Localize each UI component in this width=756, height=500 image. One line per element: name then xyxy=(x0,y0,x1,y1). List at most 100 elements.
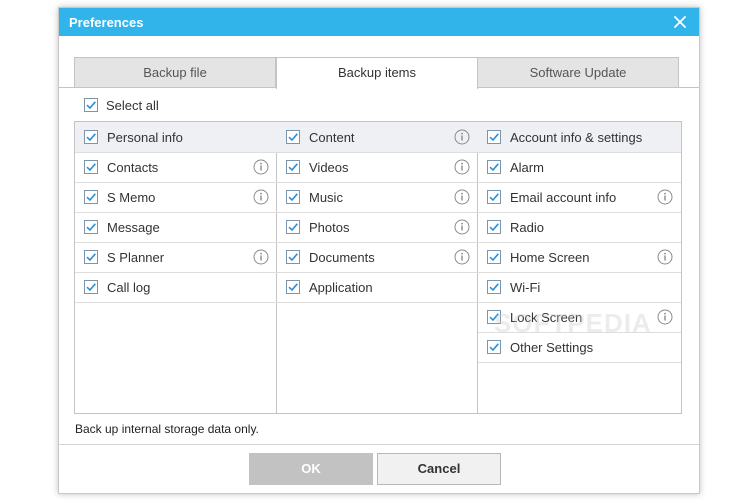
checkmark-icon xyxy=(288,283,298,292)
info-icon[interactable] xyxy=(454,219,470,235)
info-icon[interactable] xyxy=(657,189,673,205)
tab-backup-items[interactable]: Backup items xyxy=(276,57,478,89)
info-icon[interactable] xyxy=(657,309,673,325)
checkbox-contacts[interactable] xyxy=(84,160,98,174)
item-row-alarm[interactable]: Alarm xyxy=(478,152,681,183)
checkbox-application[interactable] xyxy=(286,280,300,294)
checkmark-icon xyxy=(489,193,499,202)
checkmark-icon xyxy=(86,223,96,232)
checkbox-email-account-info[interactable] xyxy=(487,190,501,204)
checkbox-content[interactable] xyxy=(286,130,300,144)
tab-software-update[interactable]: Software Update xyxy=(477,57,679,87)
item-row-lock-screen[interactable]: Lock Screen xyxy=(478,302,681,333)
checkbox-alarm[interactable] xyxy=(487,160,501,174)
item-row-personal-info[interactable]: Personal info xyxy=(75,122,277,153)
item-label: Personal info xyxy=(107,129,183,145)
tab-backup-file[interactable]: Backup file xyxy=(74,57,276,87)
column-personal-info: Personal info Contacts S Memo Message S Plan… xyxy=(75,122,277,413)
info-icon[interactable] xyxy=(253,189,269,205)
item-label: Contacts xyxy=(107,159,159,175)
info-icon[interactable] xyxy=(253,249,269,265)
info-icon[interactable] xyxy=(657,249,673,265)
item-row-content[interactable]: Content xyxy=(277,122,478,153)
checkmark-icon xyxy=(489,223,499,232)
checkbox-videos[interactable] xyxy=(286,160,300,174)
item-row-music[interactable]: Music xyxy=(277,182,478,213)
checkbox-radio[interactable] xyxy=(487,220,501,234)
select-all-checkbox[interactable] xyxy=(84,98,98,112)
item-label: Radio xyxy=(510,219,544,235)
checkbox-photos[interactable] xyxy=(286,220,300,234)
item-row-application[interactable]: Application xyxy=(277,272,478,303)
info-icon[interactable] xyxy=(454,129,470,145)
checkmark-icon xyxy=(288,223,298,232)
checkbox-account-info-settings[interactable] xyxy=(487,130,501,144)
item-label: Lock Screen xyxy=(510,309,583,325)
ok-button[interactable]: OK xyxy=(249,453,373,485)
checkmark-icon xyxy=(489,253,499,262)
title-bar: Preferences xyxy=(59,8,699,36)
item-row-documents[interactable]: Documents xyxy=(277,242,478,273)
checkmark-icon xyxy=(86,283,96,292)
checkbox-s-planner[interactable] xyxy=(84,250,98,264)
item-label: Call log xyxy=(107,279,151,295)
item-row-other-settings[interactable]: Other Settings xyxy=(478,332,681,363)
info-icon[interactable] xyxy=(454,189,470,205)
item-row-videos[interactable]: Videos xyxy=(277,152,478,183)
item-label: Home Screen xyxy=(510,249,590,265)
checkbox-music[interactable] xyxy=(286,190,300,204)
checkmark-icon xyxy=(489,163,499,172)
checkmark-icon xyxy=(489,133,499,142)
checkbox-home-screen[interactable] xyxy=(487,250,501,264)
item-row-account-info-settings[interactable]: Account info & settings xyxy=(478,122,681,153)
item-label: Application xyxy=(309,279,373,295)
checkmark-icon xyxy=(489,283,499,292)
item-row-email-account-info[interactable]: Email account info xyxy=(478,182,681,213)
checkmark-icon xyxy=(288,193,298,202)
item-label: Message xyxy=(107,219,160,235)
item-row-photos[interactable]: Photos xyxy=(277,212,478,243)
item-row-s-planner[interactable]: S Planner xyxy=(75,242,277,273)
checkbox-wi-fi[interactable] xyxy=(487,280,501,294)
info-icon[interactable] xyxy=(454,249,470,265)
item-row-call-log[interactable]: Call log xyxy=(75,272,277,303)
item-label: Alarm xyxy=(510,159,544,175)
item-row-radio[interactable]: Radio xyxy=(478,212,681,243)
tab-bar: Backup file Backup items Software Update xyxy=(59,57,699,89)
column-content: Content Videos Music Photos Documents Applica… xyxy=(277,122,478,413)
item-label: Email account info xyxy=(510,189,617,205)
checkbox-s-memo[interactable] xyxy=(84,190,98,204)
info-icon[interactable] xyxy=(454,159,470,175)
item-row-home-screen[interactable]: Home Screen xyxy=(478,242,681,273)
item-row-wi-fi[interactable]: Wi-Fi xyxy=(478,272,681,303)
cancel-button[interactable]: Cancel xyxy=(377,453,501,485)
dialog-title: Preferences xyxy=(69,15,144,30)
select-all[interactable]: Select all xyxy=(84,97,159,113)
item-row-message[interactable]: Message xyxy=(75,212,277,243)
item-label: Account info & settings xyxy=(510,129,643,145)
item-row-contacts[interactable]: Contacts xyxy=(75,152,277,183)
checkmark-icon xyxy=(86,193,96,202)
checkmark-icon xyxy=(86,133,96,142)
checkmark-icon xyxy=(288,163,298,172)
backup-items-panel: Personal info Contacts S Memo Message S Plan… xyxy=(74,121,682,414)
item-label: Videos xyxy=(309,159,349,175)
checkbox-call-log[interactable] xyxy=(84,280,98,294)
checkmark-icon xyxy=(86,163,96,172)
checkbox-message[interactable] xyxy=(84,220,98,234)
close-icon[interactable] xyxy=(670,12,690,32)
preferences-dialog: Preferences Backup file Backup items Sof… xyxy=(58,7,700,494)
item-label: Photos xyxy=(309,219,350,235)
checkbox-other-settings[interactable] xyxy=(487,340,501,354)
checkbox-personal-info[interactable] xyxy=(84,130,98,144)
item-label: Content xyxy=(309,129,355,145)
footnote-text: Back up internal storage data only. xyxy=(75,422,259,436)
item-label: S Planner xyxy=(107,249,165,265)
checkmark-icon xyxy=(86,101,96,110)
checkbox-documents[interactable] xyxy=(286,250,300,264)
item-label: Other Settings xyxy=(510,339,594,355)
checkmark-icon xyxy=(489,313,499,322)
info-icon[interactable] xyxy=(253,159,269,175)
checkbox-lock-screen[interactable] xyxy=(487,310,501,324)
item-row-s-memo[interactable]: S Memo xyxy=(75,182,277,213)
